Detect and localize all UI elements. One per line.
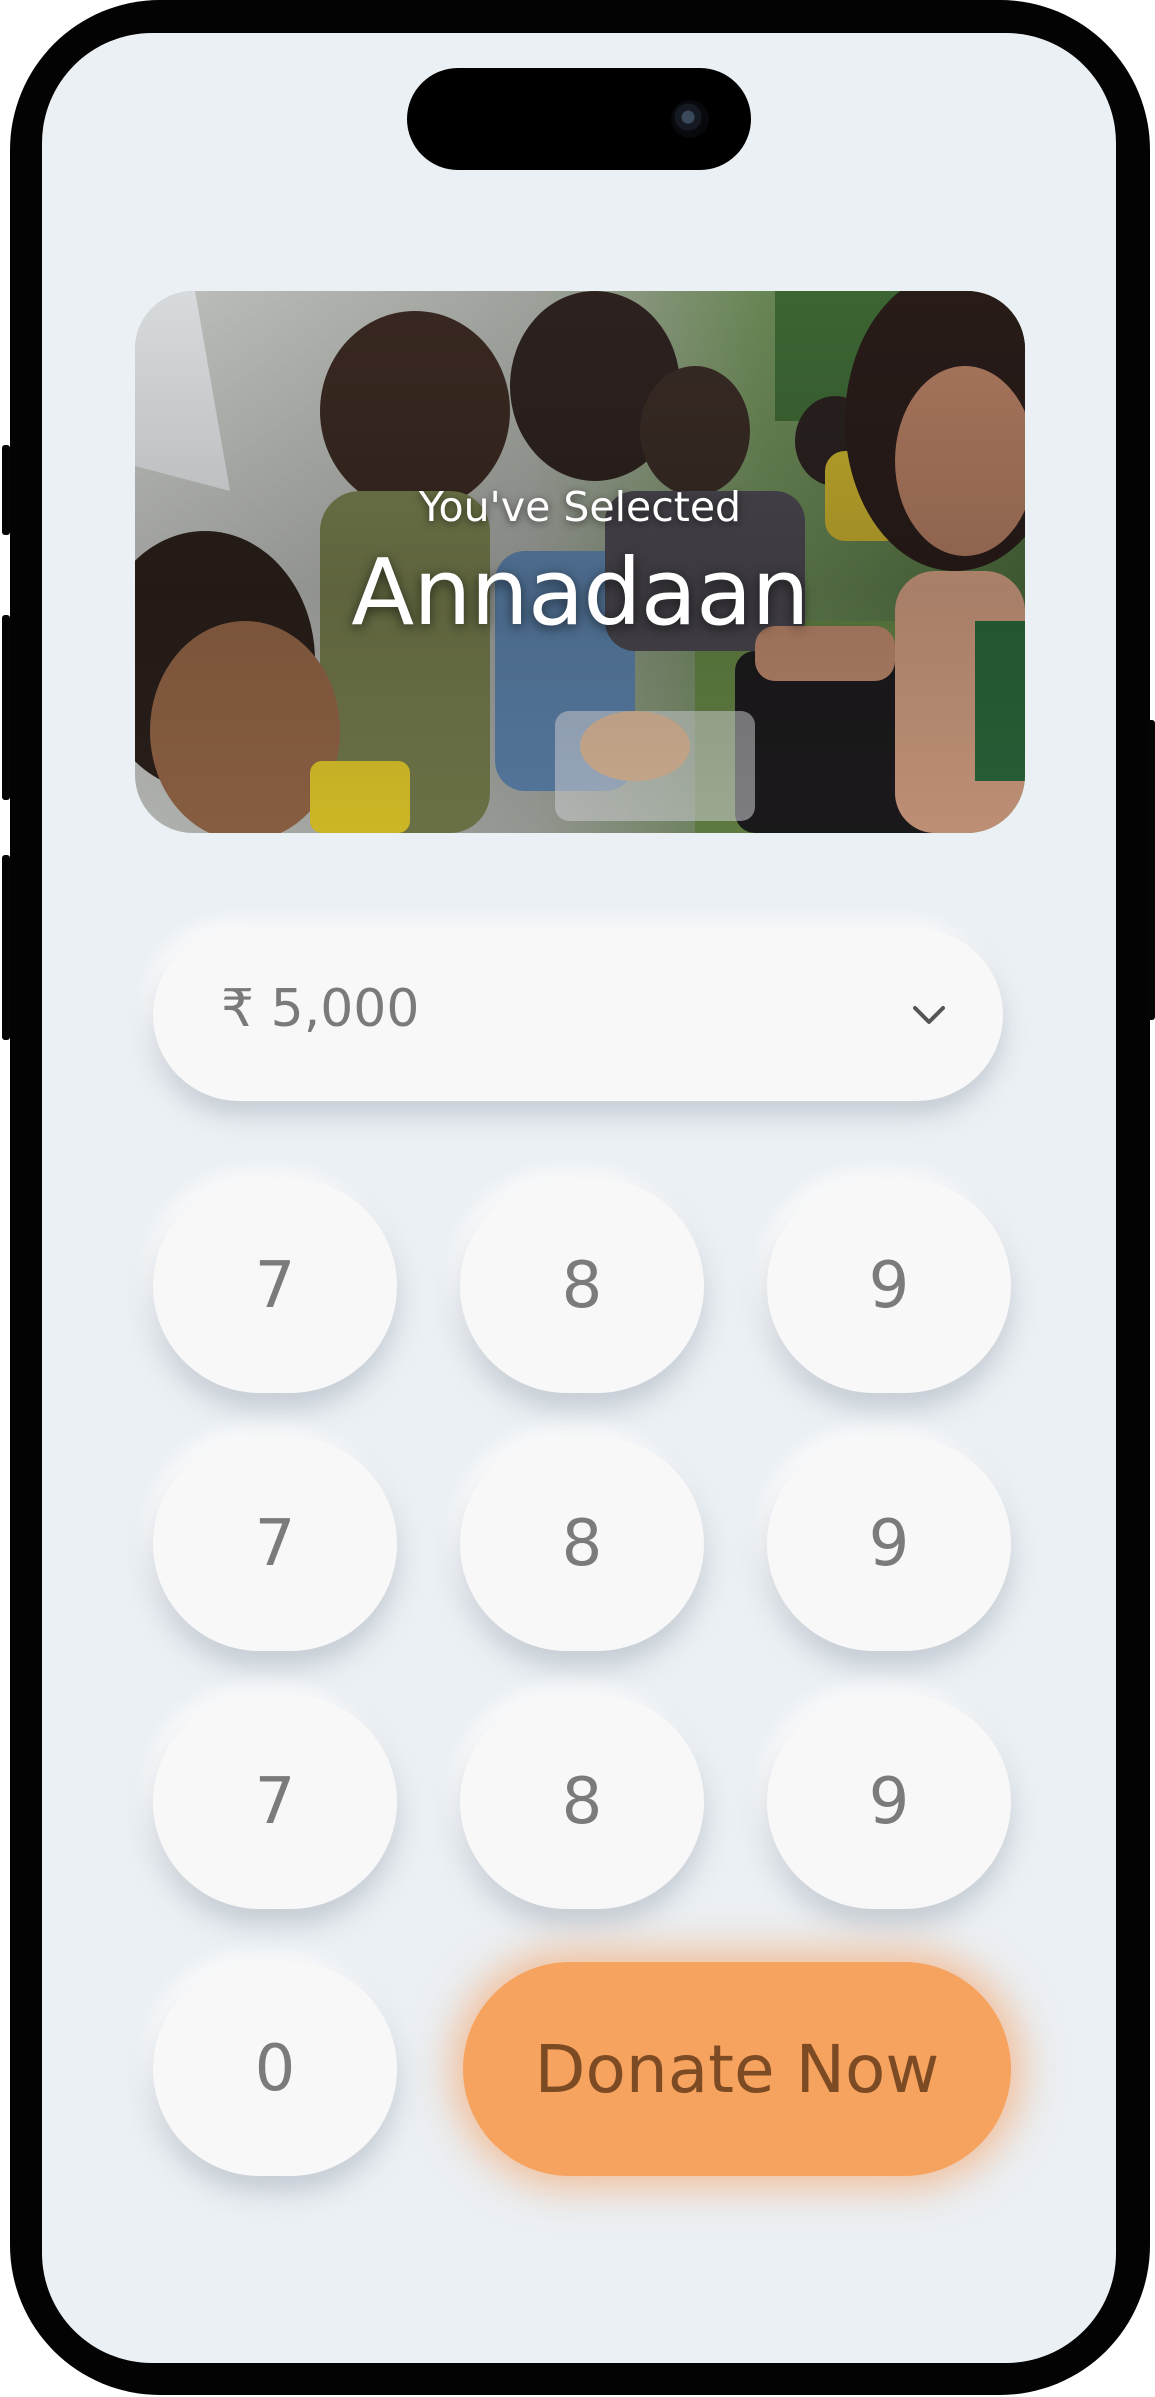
keypad-key[interactable]: 8 xyxy=(460,1179,704,1393)
keypad-key-zero[interactable]: 0 xyxy=(153,1962,397,2176)
keypad-key[interactable]: 7 xyxy=(153,1437,397,1651)
keypad-key[interactable]: 7 xyxy=(153,1695,397,1909)
keypad-key[interactable]: 9 xyxy=(767,1437,1011,1651)
volume-up-button xyxy=(2,615,10,800)
keypad-key[interactable]: 8 xyxy=(460,1437,704,1651)
cause-banner[interactable]: You've Selected Annadaan xyxy=(135,291,1025,833)
dynamic-island xyxy=(407,68,751,170)
phone-screen: You've Selected Annadaan ₹ 5,000 7 8 9 7… xyxy=(42,33,1116,2363)
volume-down-button xyxy=(2,855,10,1040)
chevron-down-icon[interactable] xyxy=(911,997,947,1033)
keypad-key[interactable]: 9 xyxy=(767,1179,1011,1393)
power-button xyxy=(1147,720,1155,1020)
donate-now-button[interactable]: Donate Now xyxy=(463,1962,1011,2176)
cause-title: Annadaan xyxy=(351,539,809,646)
amount-value: ₹ 5,000 xyxy=(221,979,420,1039)
action-button xyxy=(2,445,10,535)
amount-dropdown[interactable]: ₹ 5,000 xyxy=(153,929,1003,1101)
selected-caption: You've Selected xyxy=(418,483,742,531)
keypad-key[interactable]: 9 xyxy=(767,1695,1011,1909)
keypad-key[interactable]: 8 xyxy=(460,1695,704,1909)
camera-icon xyxy=(671,100,709,138)
keypad-key[interactable]: 7 xyxy=(153,1179,397,1393)
